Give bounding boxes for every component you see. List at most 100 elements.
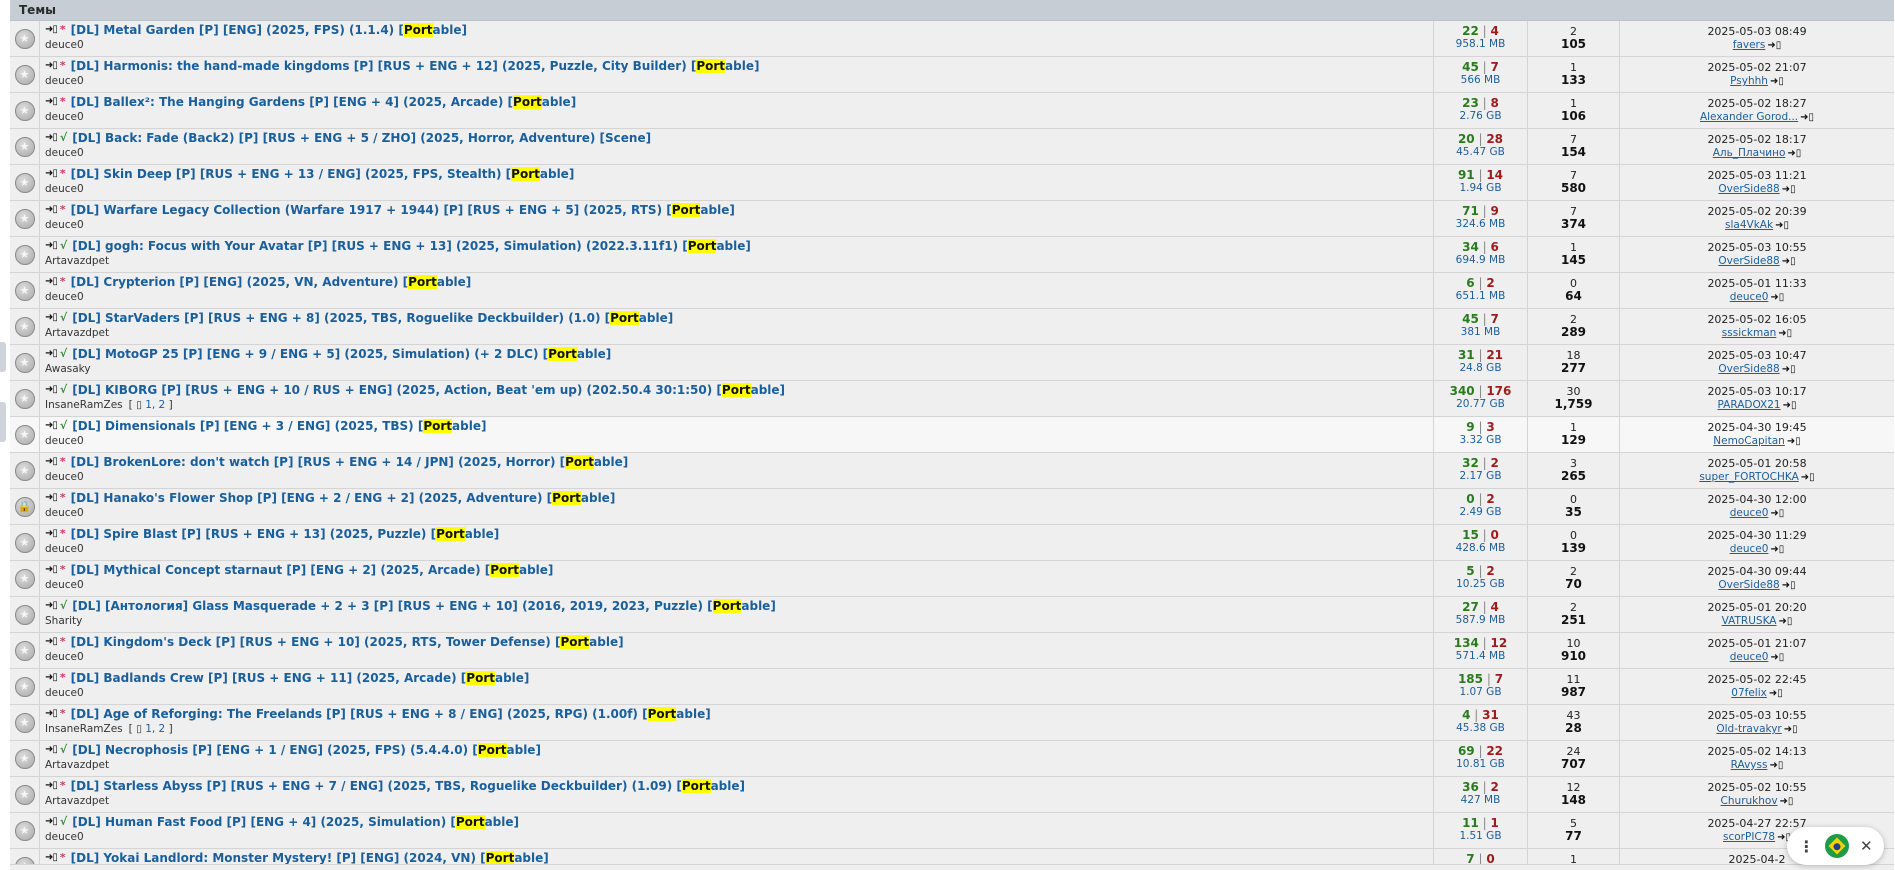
last-post-user[interactable]: Churukhov <box>1721 795 1778 807</box>
kebab-icon[interactable]: ⋮ <box>1798 837 1814 856</box>
goto-last-post-icon[interactable]: ➜▯ <box>1787 436 1801 447</box>
last-post-user[interactable]: deuce0 <box>1730 291 1769 303</box>
goto-last-post-icon[interactable]: ➜▯ <box>1770 76 1784 87</box>
close-icon[interactable]: ✕ <box>1860 837 1873 855</box>
last-post-user[interactable]: NemoCapitan <box>1713 435 1785 447</box>
last-post-user[interactable]: deuce0 <box>1730 543 1769 555</box>
download-icon[interactable]: ➜▯ <box>45 635 58 649</box>
topic-author[interactable]: deuce0 <box>45 579 84 591</box>
last-post-user[interactable]: favers <box>1733 39 1766 51</box>
topic-author[interactable]: deuce0 <box>45 687 84 699</box>
torrent-size[interactable]: 10.25 GB <box>1434 578 1527 591</box>
goto-last-post-icon[interactable]: ➜▯ <box>1800 112 1814 123</box>
topic-author[interactable]: Awasaky <box>45 363 91 375</box>
last-post-user[interactable]: Psyhhh <box>1730 75 1768 87</box>
download-icon[interactable]: ➜▯ <box>45 239 58 253</box>
topic-title-link[interactable]: [DL] Ballex²: The Hanging Gardens [P] [E… <box>71 95 576 109</box>
download-icon[interactable]: ➜▯ <box>45 59 58 73</box>
last-post-user[interactable]: OverSide88 <box>1718 183 1779 195</box>
torrent-size[interactable]: 651.1 MB <box>1434 290 1527 303</box>
last-post-user[interactable]: Alexander Gorod... <box>1700 111 1798 123</box>
topic-title-link[interactable]: [DL] Yokai Landlord: Monster Mystery! [P… <box>71 851 549 865</box>
topic-title-link[interactable]: [DL] KIBORG [P] [RUS + ENG + 10 / RUS + … <box>72 383 785 397</box>
download-icon[interactable]: ➜▯ <box>45 167 58 181</box>
goto-last-post-icon[interactable]: ➜▯ <box>1770 544 1784 555</box>
torrent-size[interactable]: 45.38 GB <box>1434 722 1527 735</box>
topic-author[interactable]: Artavazdpet <box>45 795 109 807</box>
goto-last-post-icon[interactable]: ➜▯ <box>1783 400 1797 411</box>
topic-title-link[interactable]: [DL] [Антология] Glass Masquerade + 2 + … <box>72 599 776 613</box>
last-post-user[interactable]: super_FORTOCHKA <box>1699 471 1798 483</box>
topic-title-link[interactable]: [DL] BrokenLore: don't watch [P] [RUS + … <box>71 455 628 469</box>
topic-title-link[interactable]: [DL] Metal Garden [P] [ENG] (2025, FPS) … <box>71 23 467 37</box>
topic-author[interactable]: deuce0 <box>45 543 84 555</box>
topic-title-link[interactable]: [DL] Age of Reforging: The Freelands [P]… <box>71 707 711 721</box>
last-post-user[interactable]: 07felix <box>1731 687 1767 699</box>
download-icon[interactable]: ➜▯ <box>45 131 58 145</box>
topic-author[interactable]: deuce0 <box>45 435 84 447</box>
topic-author[interactable]: deuce0 <box>45 291 84 303</box>
topic-author[interactable]: deuce0 <box>45 75 84 87</box>
edge-tab[interactable] <box>0 342 6 372</box>
topic-author[interactable]: InsaneRamZes <box>45 723 123 735</box>
goto-last-post-icon[interactable]: ➜▯ <box>1769 688 1783 699</box>
goto-last-post-icon[interactable]: ➜▯ <box>1782 364 1796 375</box>
goto-last-post-icon[interactable]: ➜▯ <box>1775 220 1789 231</box>
topic-author[interactable]: Artavazdpet <box>45 759 109 771</box>
last-post-user[interactable]: sla4VkAk <box>1725 219 1773 231</box>
last-post-user[interactable]: RAvyss <box>1731 759 1768 771</box>
goto-last-post-icon[interactable]: ➜▯ <box>1769 760 1783 771</box>
goto-last-post-icon[interactable]: ➜▯ <box>1780 796 1794 807</box>
topic-author[interactable]: deuce0 <box>45 111 84 123</box>
topic-title-link[interactable]: [DL] Warfare Legacy Collection (Warfare … <box>71 203 735 217</box>
goto-last-post-icon[interactable]: ➜▯ <box>1767 40 1781 51</box>
topic-title-link[interactable]: [DL] Human Fast Food [P] [ENG + 4] (2025… <box>72 815 519 829</box>
last-post-user[interactable]: scorPIC78 <box>1723 831 1775 843</box>
torrent-size[interactable]: 566 MB <box>1434 74 1527 87</box>
last-post-user[interactable]: OverSide88 <box>1718 363 1779 375</box>
download-icon[interactable]: ➜▯ <box>45 455 58 469</box>
torrent-size[interactable]: 1.51 GB <box>1434 830 1527 843</box>
goto-last-post-icon[interactable]: ➜▯ <box>1801 472 1815 483</box>
brazil-flag-icon[interactable] <box>1825 834 1850 858</box>
torrent-size[interactable]: 1.07 GB <box>1434 686 1527 699</box>
download-icon[interactable]: ➜▯ <box>45 347 58 361</box>
torrent-size[interactable]: 958.1 MB <box>1434 38 1527 51</box>
torrent-size[interactable]: 427 MB <box>1434 794 1527 807</box>
download-icon[interactable]: ➜▯ <box>45 275 58 289</box>
download-icon[interactable]: ➜▯ <box>45 95 58 109</box>
topic-title-link[interactable]: [DL] Kingdom's Deck [P] [RUS + ENG + 10]… <box>71 635 624 649</box>
topic-title-link[interactable]: [DL] Necrophosis [P] [ENG + 1 / ENG] (20… <box>72 743 541 757</box>
download-icon[interactable]: ➜▯ <box>45 563 58 577</box>
topic-title-link[interactable]: [DL] MotoGP 25 [P] [ENG + 9 / ENG + 5] (… <box>72 347 611 361</box>
goto-last-post-icon[interactable]: ➜▯ <box>1784 724 1798 735</box>
topic-title-link[interactable]: [DL] Skin Deep [P] [RUS + ENG + 13 / ENG… <box>71 167 574 181</box>
torrent-size[interactable]: 571.4 MB <box>1434 650 1527 663</box>
topic-author[interactable]: deuce0 <box>45 219 84 231</box>
goto-last-post-icon[interactable]: ➜▯ <box>1770 508 1784 519</box>
download-icon[interactable]: ➜▯ <box>45 527 58 541</box>
torrent-size[interactable]: 381 MB <box>1434 326 1527 339</box>
topic-title-link[interactable]: [DL] Spire Blast [P] [RUS + ENG + 13] (2… <box>71 527 499 541</box>
topic-title-link[interactable]: [DL] Crypterion [P] [ENG] (2025, VN, Adv… <box>71 275 471 289</box>
last-post-user[interactable]: PARADOX21 <box>1717 399 1780 411</box>
topic-title-link[interactable]: [DL] Badlands Crew [P] [RUS + ENG + 11] … <box>71 671 529 685</box>
torrent-size[interactable]: 694.9 MB <box>1434 254 1527 267</box>
topic-title-link[interactable]: [DL] gogh: Focus with Your Avatar [P] [R… <box>72 239 751 253</box>
torrent-size[interactable]: 2.76 GB <box>1434 110 1527 123</box>
last-post-user[interactable]: OverSide88 <box>1718 255 1779 267</box>
topic-author[interactable]: deuce0 <box>45 39 84 51</box>
last-post-user[interactable]: OverSide88 <box>1718 579 1779 591</box>
topic-title-link[interactable]: [DL] Hanako's Flower Shop [P] [ENG + 2 /… <box>71 491 615 505</box>
edge-tab-2[interactable] <box>0 402 6 442</box>
goto-last-post-icon[interactable]: ➜▯ <box>1782 256 1796 267</box>
topic-author[interactable]: InsaneRamZes <box>45 399 123 411</box>
download-icon[interactable]: ➜▯ <box>45 23 58 37</box>
goto-last-post-icon[interactable]: ➜▯ <box>1782 184 1796 195</box>
topic-title-link[interactable]: [DL] StarVaders [P] [RUS + ENG + 8] (202… <box>72 311 673 325</box>
topic-author[interactable]: deuce0 <box>45 831 84 843</box>
topic-title-link[interactable]: [DL] Harmonis: the hand-made kingdoms [P… <box>71 59 759 73</box>
torrent-size[interactable]: 587.9 MB <box>1434 614 1527 627</box>
torrent-size[interactable]: 1.94 GB <box>1434 182 1527 195</box>
torrent-size[interactable]: 324.6 MB <box>1434 218 1527 231</box>
